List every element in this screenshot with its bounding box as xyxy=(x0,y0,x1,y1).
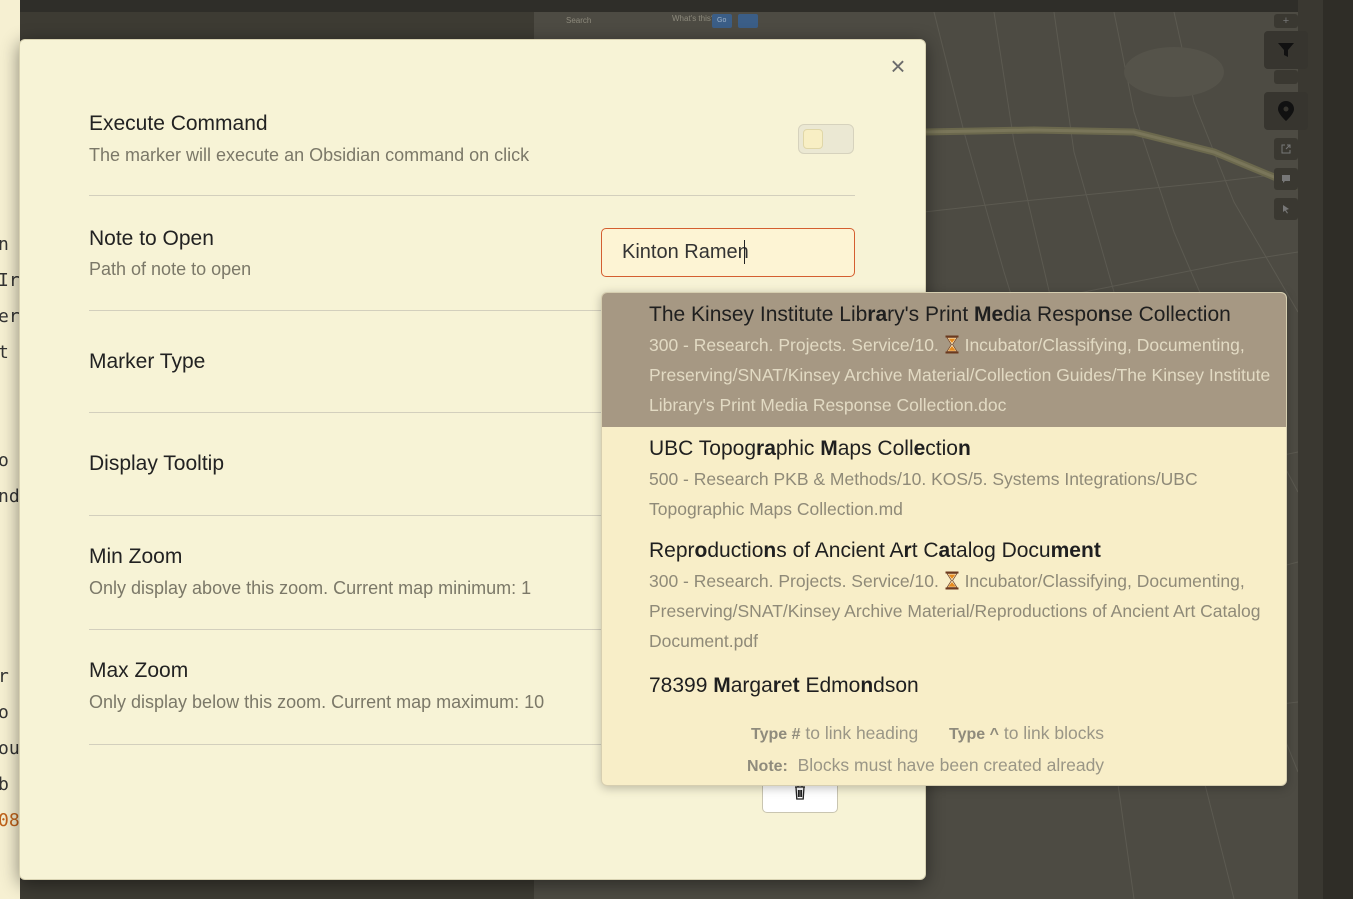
instruction-note: Note: Blocks must have been created alre… xyxy=(747,755,1105,775)
map-search-placeholder: Search xyxy=(566,16,592,25)
setting-name: Min Zoom xyxy=(89,545,183,568)
window-edge xyxy=(1323,0,1353,899)
note-path-input[interactable] xyxy=(601,228,855,277)
cursor-icon xyxy=(1283,205,1289,214)
map-edge xyxy=(1298,0,1323,899)
text-caret xyxy=(744,240,745,264)
map-marker-button[interactable] xyxy=(1264,92,1308,130)
map-search-bar[interactable]: Search What's this? Go xyxy=(548,14,763,30)
note-suggestion-popup: The Kinsey Institute Library's Print Med… xyxy=(601,292,1287,786)
setting-description: Path of note to open xyxy=(89,259,252,279)
execute-command-toggle[interactable] xyxy=(798,124,854,154)
comment-icon xyxy=(1282,175,1290,183)
setting-execute-command: Execute Command The marker will execute … xyxy=(89,110,855,196)
map-search-hint: What's this? xyxy=(672,14,716,23)
setting-name: Note to Open xyxy=(89,227,214,250)
map-external-link-button[interactable] xyxy=(1274,138,1298,160)
instruction-blocks: Type ^ to link blocks xyxy=(949,723,1105,743)
map-filter-button[interactable] xyxy=(1264,31,1308,69)
filter-icon xyxy=(1278,43,1294,57)
suggestion-title: 78399 Margaret Edmondson xyxy=(649,674,919,697)
setting-description: Only display above this zoom. Current ma… xyxy=(89,578,532,598)
suggestion-item[interactable]: Reproductions of Ancient Art Catalog Doc… xyxy=(602,531,1286,665)
map-pin-icon xyxy=(1278,101,1294,121)
map-comment-button[interactable] xyxy=(1274,168,1298,190)
suggestion-path: 300 - Research. Projects. Service/10. In… xyxy=(649,335,1271,415)
setting-description: Only display below this zoom. Current ma… xyxy=(89,692,545,712)
trash-icon xyxy=(795,784,805,800)
map-control-small[interactable] xyxy=(1274,70,1298,84)
external-link-icon xyxy=(1281,144,1291,154)
setting-name: Marker Type xyxy=(89,350,206,373)
map-cursor-button[interactable] xyxy=(1274,198,1298,220)
app-top-bar xyxy=(0,0,1353,12)
toggle-knob xyxy=(803,129,823,149)
hourglass-icon xyxy=(945,335,959,354)
suggestion-item[interactable]: UBC Topographic Maps Collection 500 - Re… xyxy=(602,427,1286,531)
instruction-heading: Type # to link heading xyxy=(751,723,919,743)
setting-name: Display Tooltip xyxy=(89,452,225,475)
suggestion-item[interactable]: The Kinsey Institute Library's Print Med… xyxy=(602,293,1286,427)
map-go-button[interactable]: Go xyxy=(712,14,732,28)
suggestion-title: Reproductions of Ancient Art Catalog Doc… xyxy=(649,539,1101,562)
editor-pane-edge: n Ir er t o nd r o ou b 08 xyxy=(0,0,20,899)
setting-name: Execute Command xyxy=(89,112,268,135)
setting-name: Max Zoom xyxy=(89,659,189,682)
suggestion-title: The Kinsey Institute Library's Print Med… xyxy=(649,303,1231,326)
map-zoom-in-button[interactable]: + xyxy=(1274,14,1298,28)
map-share-button[interactable] xyxy=(738,14,758,28)
suggestion-path: 500 - Research PKB & Methods/10. KOS/5. … xyxy=(649,469,1198,519)
suggestion-path: 300 - Research. Projects. Service/10. In… xyxy=(649,571,1261,651)
suggestion-title: UBC Topographic Maps Collection xyxy=(649,437,971,460)
setting-description: The marker will execute an Obsidian comm… xyxy=(89,145,530,165)
hourglass-icon xyxy=(945,571,959,590)
close-button[interactable]: × xyxy=(884,52,912,80)
suggestion-item[interactable]: 78399 Margaret Edmondson xyxy=(602,665,1286,709)
